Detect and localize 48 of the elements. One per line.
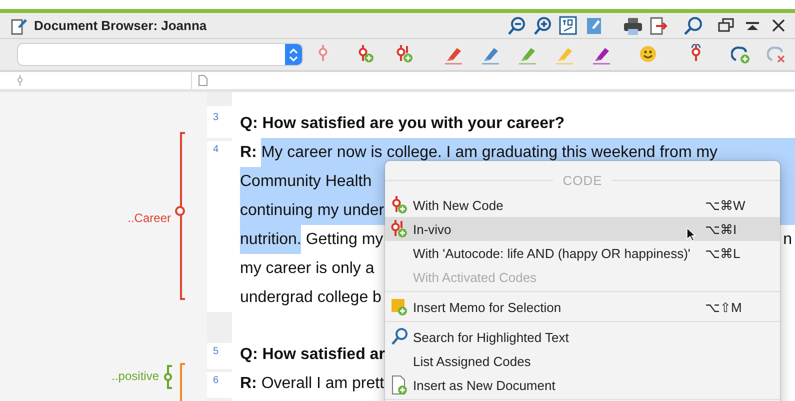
code-bracket[interactable] <box>175 132 187 300</box>
memo-icon <box>390 297 409 317</box>
menu-item[interactable]: Insert as New Document <box>385 373 780 397</box>
document-text: Q: How satisfied are you with your career? <box>240 114 565 134</box>
document-column-icon[interactable] <box>198 75 208 86</box>
zoom-in-icon[interactable] <box>533 16 553 36</box>
document-text: R: <box>240 143 258 163</box>
document-text: n <box>783 230 793 250</box>
menu-item[interactable]: With 'Autocode: life AND (happy OR happiness)' ⌥⌘L <box>385 241 780 265</box>
shortcut-text: ⌥⇧M <box>705 300 743 314</box>
zoom-out-icon[interactable] <box>507 16 527 36</box>
shortcut-text: ⌥⌘W <box>705 198 746 212</box>
line-number: 5 <box>207 340 232 369</box>
document-text: my career is only a <box>240 259 374 279</box>
new-code-icon[interactable] <box>356 44 376 65</box>
shortcut-text: ⌥⌘L <box>705 246 742 260</box>
highlighted-text: nutrition. <box>240 225 302 254</box>
menu-item[interactable]: Search for Highlighted Text <box>385 325 780 349</box>
code-label[interactable]: ..Career <box>128 211 171 225</box>
menu-heading: CODE <box>562 172 602 188</box>
document-text: undergrad college b <box>240 288 382 308</box>
link-remove-icon[interactable] <box>767 44 787 65</box>
menu-item[interactable]: With New Code ⌥⌘W <box>385 193 780 217</box>
document-text: Q: How satisfied ar <box>240 345 385 365</box>
document-text: Getting my <box>304 230 384 250</box>
stepper-icon[interactable] <box>285 44 302 65</box>
line-number: 3 <box>207 103 232 138</box>
export-icon[interactable] <box>649 16 669 36</box>
zoom-reset-icon[interactable] <box>559 16 579 36</box>
search-icon[interactable] <box>683 16 703 36</box>
document-icon <box>390 375 409 395</box>
mouse-pointer-icon <box>686 227 696 242</box>
dropdown-field[interactable] <box>18 44 302 65</box>
window-title: Document Browser: Joanna <box>34 18 208 33</box>
document-text: R: Overall I am prett <box>240 374 384 394</box>
code-bracket[interactable] <box>163 365 173 389</box>
line-number: 4 <box>207 138 232 312</box>
menu-item: With Activated Codes <box>412 268 538 286</box>
menu-item[interactable]: List Assigned Codes <box>385 349 780 373</box>
line-number: 6 <box>207 369 232 398</box>
in-vivo-icon <box>390 219 409 239</box>
smiley-icon[interactable] <box>638 44 658 65</box>
menu-item[interactable]: Insert Memo for Selection ⌥⇧M <box>385 295 780 319</box>
search-icon <box>390 327 409 347</box>
link-add-icon[interactable] <box>731 44 751 65</box>
new-code-icon <box>390 195 409 215</box>
menu-item[interactable]: In-vivo ⌥⌘I <box>385 217 780 241</box>
print-icon[interactable] <box>623 16 643 36</box>
